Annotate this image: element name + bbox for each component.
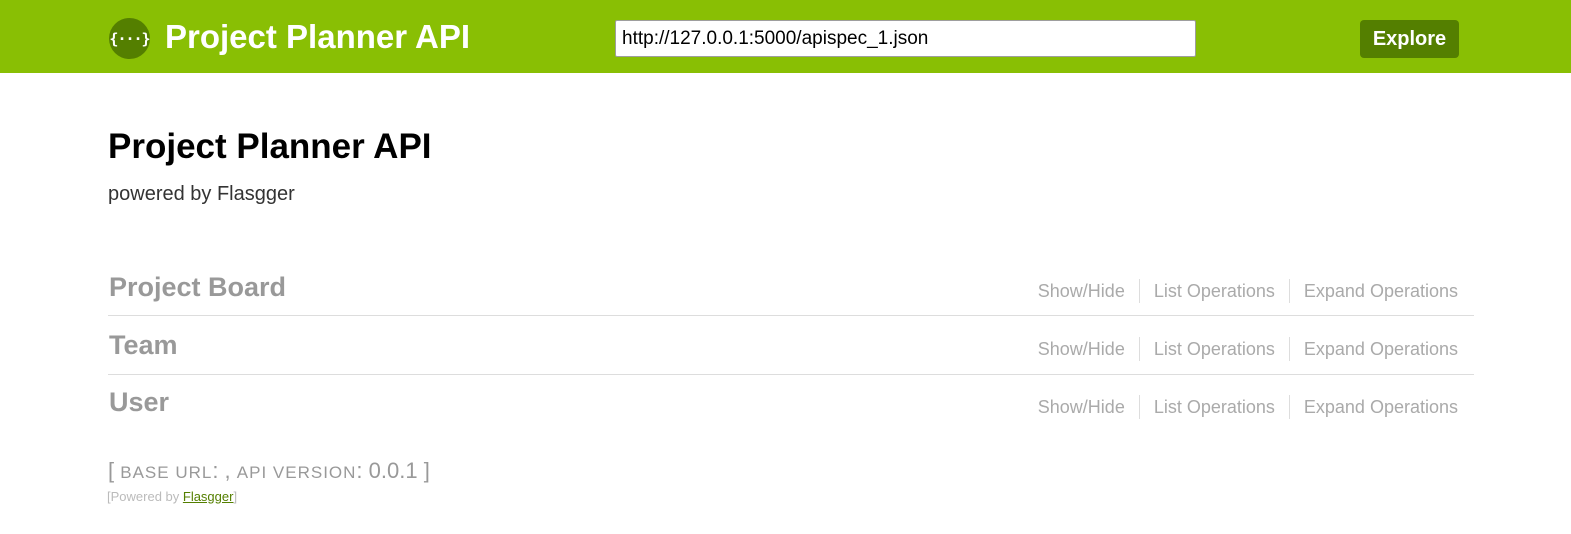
- top-header-bar: {···} Project Planner API Explore: [0, 0, 1571, 73]
- resource-name[interactable]: Team: [109, 329, 178, 361]
- show-hide-link[interactable]: Show/Hide: [1038, 395, 1125, 419]
- spec-url-input[interactable]: [615, 20, 1196, 57]
- expand-operations-link[interactable]: Expand Operations: [1304, 395, 1458, 419]
- page-description: powered by Flasgger: [108, 183, 295, 205]
- resource-operations: Show/Hide List Operations Expand Operati…: [1038, 337, 1458, 361]
- base-url-label: BASE URL: [120, 463, 213, 482]
- resource-user: User Show/Hide List Operations Expand Op…: [108, 375, 1474, 433]
- resource-operations: Show/Hide List Operations Expand Operati…: [1038, 279, 1458, 303]
- resource-operations: Show/Hide List Operations Expand Operati…: [1038, 395, 1458, 419]
- resource-name[interactable]: User: [109, 386, 169, 418]
- api-version-value: : 0.0.1 ]: [356, 458, 430, 483]
- resource-project-board: Project Board Show/Hide List Operations …: [108, 258, 1474, 316]
- flasgger-link[interactable]: Flasgger: [183, 489, 234, 504]
- divider: [1288, 395, 1290, 419]
- divider: [1138, 395, 1140, 419]
- explore-button[interactable]: Explore: [1360, 20, 1459, 58]
- powered-by-footer: [Powered by Flasgger]: [107, 489, 237, 505]
- base-url-value: : ,: [212, 458, 237, 483]
- list-operations-link[interactable]: List Operations: [1154, 279, 1275, 303]
- app-title[interactable]: Project Planner API: [165, 16, 470, 58]
- expand-operations-link[interactable]: Expand Operations: [1304, 279, 1458, 303]
- divider: [1288, 279, 1290, 303]
- divider: [1138, 337, 1140, 361]
- divider: [1138, 279, 1140, 303]
- open-bracket: [: [108, 458, 121, 483]
- base-url-info: [ BASE URL: , API VERSION: 0.0.1 ]: [108, 458, 430, 486]
- resource-team: Team Show/Hide List Operations Expand Op…: [108, 317, 1474, 375]
- page-title: Project Planner API: [108, 127, 432, 166]
- powered-suffix: ]: [233, 489, 238, 504]
- powered-prefix: [Powered by: [107, 489, 183, 504]
- swagger-logo-icon[interactable]: {···}: [109, 18, 151, 59]
- divider: [1288, 337, 1290, 361]
- list-operations-link[interactable]: List Operations: [1154, 337, 1275, 361]
- api-version-label: API VERSION: [236, 463, 357, 482]
- show-hide-link[interactable]: Show/Hide: [1038, 337, 1125, 361]
- resource-name[interactable]: Project Board: [109, 271, 286, 303]
- show-hide-link[interactable]: Show/Hide: [1038, 279, 1125, 303]
- list-operations-link[interactable]: List Operations: [1154, 395, 1275, 419]
- expand-operations-link[interactable]: Expand Operations: [1304, 337, 1458, 361]
